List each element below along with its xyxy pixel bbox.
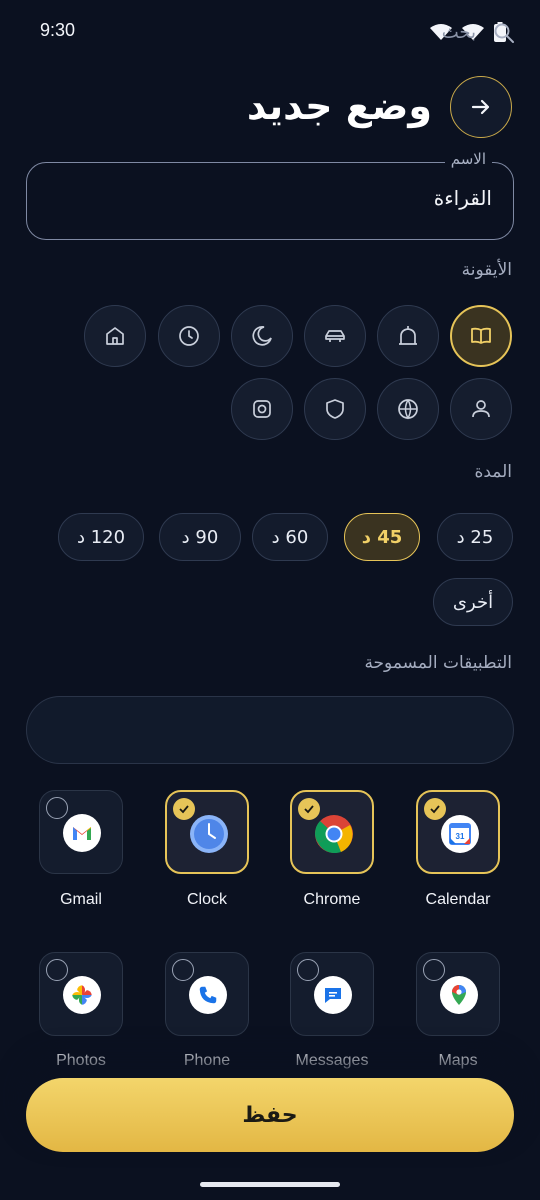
clock-app-icon bbox=[190, 815, 228, 853]
book-icon bbox=[471, 327, 491, 344]
photos-icon bbox=[63, 976, 101, 1014]
app-label: Clock bbox=[186, 891, 227, 908]
duration-chip-other[interactable]: أخرى bbox=[433, 578, 513, 626]
calendar-icon: 31 bbox=[441, 815, 479, 853]
app-label: Calendar bbox=[425, 891, 491, 908]
globe-icon bbox=[398, 399, 418, 420]
search-input[interactable] bbox=[26, 696, 514, 764]
arrow-right-icon bbox=[471, 99, 490, 115]
duration-chip-60[interactable]: 60 د bbox=[252, 513, 328, 561]
app-tile-maps[interactable] bbox=[416, 952, 500, 1036]
app-tile-messages[interactable] bbox=[290, 952, 374, 1036]
duration-chip-45[interactable]: 45 د bbox=[344, 513, 420, 561]
check-icon bbox=[297, 959, 319, 981]
clock-icon bbox=[179, 326, 199, 346]
svg-text:31: 31 bbox=[456, 832, 465, 841]
app-label: Phone bbox=[183, 1052, 231, 1069]
duration-section-label: المدة bbox=[474, 462, 512, 482]
search-placeholder: بحث bbox=[441, 22, 476, 43]
duration-chip-90[interactable]: 90 د bbox=[159, 513, 241, 561]
check-icon bbox=[424, 798, 446, 820]
instagram-icon bbox=[253, 400, 271, 418]
icon-option-mosque[interactable] bbox=[377, 305, 439, 367]
car-icon bbox=[325, 330, 345, 342]
shield-icon bbox=[326, 399, 344, 419]
app-tile-chrome[interactable] bbox=[290, 790, 374, 874]
app-label: Messages bbox=[295, 1052, 369, 1069]
icon-option-person[interactable] bbox=[450, 378, 512, 440]
app-tile-photos[interactable] bbox=[39, 952, 123, 1036]
phone-icon bbox=[189, 976, 227, 1014]
home-icon bbox=[106, 327, 124, 345]
messages-icon bbox=[314, 976, 352, 1014]
app-tile-clock[interactable] bbox=[165, 790, 249, 874]
status-time: 9:30 bbox=[40, 20, 76, 40]
app-label: Chrome bbox=[303, 891, 361, 908]
app-label: Maps bbox=[438, 1052, 478, 1069]
icon-option-home[interactable] bbox=[84, 305, 146, 367]
icon-option-car[interactable] bbox=[304, 305, 366, 367]
check-icon bbox=[423, 959, 445, 981]
check-icon bbox=[172, 959, 194, 981]
page-title: وضع جديد bbox=[246, 84, 432, 128]
home-indicator[interactable] bbox=[200, 1182, 340, 1187]
chrome-icon bbox=[315, 815, 353, 853]
person-icon bbox=[472, 400, 490, 418]
search-icon bbox=[494, 23, 514, 43]
duration-chip-25[interactable]: 25 د bbox=[437, 513, 513, 561]
icon-option-instagram[interactable] bbox=[231, 378, 293, 440]
app-tile-phone[interactable] bbox=[165, 952, 249, 1036]
icon-option-globe[interactable] bbox=[377, 378, 439, 440]
check-icon bbox=[46, 959, 68, 981]
maps-icon bbox=[440, 976, 478, 1014]
app-tile-calendar[interactable]: 31 bbox=[416, 790, 500, 874]
icon-option-shield[interactable] bbox=[304, 378, 366, 440]
app-label: Photos bbox=[56, 1052, 106, 1069]
name-field-value[interactable]: القراءة bbox=[434, 186, 492, 210]
icon-option-moon[interactable] bbox=[231, 305, 293, 367]
moon-icon bbox=[252, 326, 272, 346]
gmail-icon bbox=[63, 814, 101, 852]
apps-section-label: التطبيقات المسموحة bbox=[364, 653, 512, 673]
back-button[interactable] bbox=[450, 76, 512, 138]
duration-chip-120[interactable]: 120 د bbox=[58, 513, 144, 561]
check-icon bbox=[46, 797, 68, 819]
icon-section-label: الأيقونة bbox=[461, 260, 512, 280]
app-tile-gmail[interactable] bbox=[39, 790, 123, 874]
mosque-icon bbox=[399, 326, 417, 345]
save-button[interactable]: حفظ bbox=[26, 1078, 514, 1152]
icon-option-book[interactable] bbox=[450, 305, 512, 367]
name-field-label: الاسم bbox=[444, 150, 492, 168]
app-label: Gmail bbox=[60, 891, 102, 908]
icon-option-clock[interactable] bbox=[158, 305, 220, 367]
